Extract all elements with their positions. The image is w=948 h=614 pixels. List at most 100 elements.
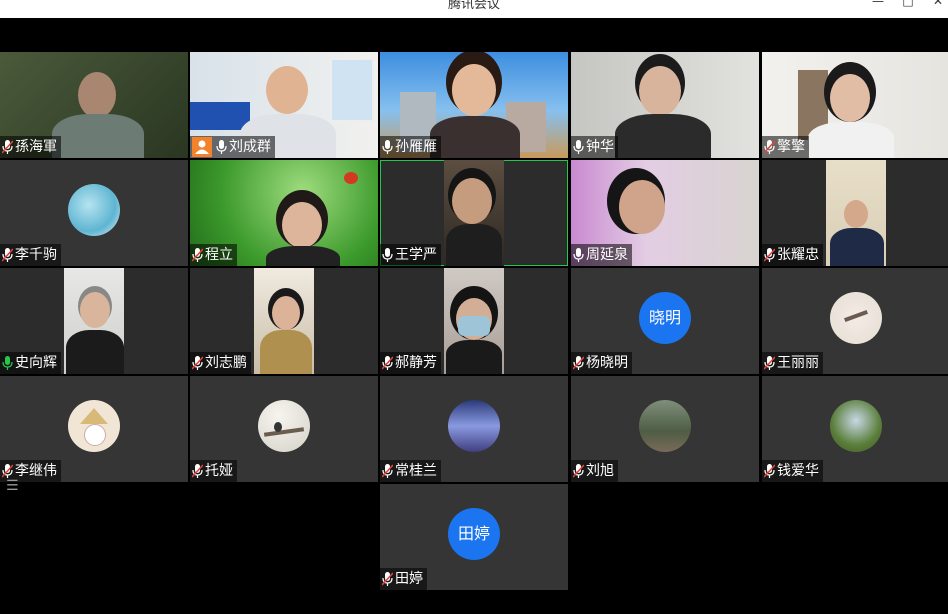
participant-tile[interactable]: 王学严 bbox=[380, 160, 568, 266]
participant-name: 李千驹 bbox=[15, 247, 57, 263]
mic-muted-icon bbox=[573, 464, 584, 478]
participant-label: 张耀忠 bbox=[762, 244, 823, 266]
participant-tile[interactable]: 钟华 bbox=[571, 52, 759, 158]
participant-tile[interactable]: 李继伟 bbox=[0, 376, 188, 482]
participant-label: 杨晓明 bbox=[571, 352, 632, 374]
participant-label: 托娅 bbox=[190, 460, 237, 482]
mic-muted-icon bbox=[2, 248, 13, 262]
participant-label: 常桂兰 bbox=[380, 460, 441, 482]
participant-tile[interactable]: 张耀忠 bbox=[762, 160, 948, 266]
mic-muted-icon bbox=[2, 140, 13, 154]
participant-name: 李继伟 bbox=[15, 463, 57, 479]
participant-label: 钟华 bbox=[571, 136, 618, 158]
participant-label: 郝静芳 bbox=[380, 352, 441, 374]
background-window bbox=[330, 58, 374, 122]
participant-tile[interactable]: 王丽丽 bbox=[762, 268, 948, 374]
participant-tile[interactable]: 田婷 田婷 bbox=[380, 484, 568, 590]
participant-name: 刘志鹏 bbox=[205, 355, 247, 371]
participant-avatar bbox=[68, 184, 120, 236]
participant-tile[interactable]: 常桂兰 bbox=[380, 376, 568, 482]
participant-label: 程立 bbox=[190, 244, 237, 266]
participant-name: 王学严 bbox=[395, 247, 437, 263]
window-titlebar: 腾讯会议 — □ ✕ bbox=[0, 0, 948, 18]
close-button[interactable]: ✕ bbox=[928, 0, 948, 8]
participant-avatar bbox=[830, 400, 882, 452]
participant-tile[interactable]: 孫海軍 bbox=[0, 52, 188, 158]
participant-name: 程立 bbox=[205, 247, 233, 263]
participant-tile[interactable]: 晓明 杨晓明 bbox=[571, 268, 759, 374]
participant-tile[interactable]: 郝静芳 bbox=[380, 268, 568, 374]
participant-tile[interactable]: 周延泉 bbox=[571, 160, 759, 266]
mic-muted-icon bbox=[573, 356, 584, 370]
participant-name: 史向辉 bbox=[15, 355, 57, 371]
participant-name: 王丽丽 bbox=[777, 355, 819, 371]
participant-name: 张耀忠 bbox=[777, 247, 819, 263]
mic-muted-icon bbox=[764, 140, 775, 154]
participant-avatar bbox=[448, 400, 500, 452]
list-icon[interactable]: ☰ bbox=[6, 478, 19, 494]
participant-tile[interactable]: 钱爱华 bbox=[762, 376, 948, 482]
maximize-button[interactable]: □ bbox=[898, 0, 918, 8]
mic-muted-icon bbox=[764, 464, 775, 478]
participant-name: 田婷 bbox=[395, 571, 423, 587]
video-grid: 孫海軍 刘成群 孙雁雁 钟华 擎擎 李千驹 程立 王学严 周延泉 张耀忠 史向辉… bbox=[0, 52, 948, 592]
participant-label: 刘成群 bbox=[190, 136, 275, 158]
mic-muted-icon bbox=[764, 248, 775, 262]
mic-muted-icon bbox=[192, 464, 203, 478]
mic-muted-icon bbox=[192, 356, 203, 370]
participant-name: 孙雁雁 bbox=[395, 139, 437, 155]
participant-label: 李千驹 bbox=[0, 244, 61, 266]
participant-name: 刘成群 bbox=[229, 139, 271, 155]
participant-tile[interactable]: 李千驹 bbox=[0, 160, 188, 266]
participant-avatar: 晓明 bbox=[639, 292, 691, 344]
participant-tile[interactable]: 刘旭 bbox=[571, 376, 759, 482]
minimize-button[interactable]: — bbox=[868, 0, 888, 8]
mic-speaking-icon bbox=[2, 356, 13, 370]
participant-label: 钱爱华 bbox=[762, 460, 823, 482]
participant-tile[interactable]: 擎擎 bbox=[762, 52, 948, 158]
participant-label: 孙雁雁 bbox=[380, 136, 441, 158]
participant-name: 郝静芳 bbox=[395, 355, 437, 371]
participant-label: 周延泉 bbox=[571, 244, 632, 266]
participant-name: 托娅 bbox=[205, 463, 233, 479]
participant-label: 孫海軍 bbox=[0, 136, 61, 158]
participant-tile[interactable]: 孙雁雁 bbox=[380, 52, 568, 158]
window-title: 腾讯会议 bbox=[447, 0, 500, 12]
participant-label: 史向辉 bbox=[0, 352, 61, 374]
mic-muted-icon bbox=[382, 356, 393, 370]
participant-name: 常桂兰 bbox=[395, 463, 437, 479]
participant-name: 刘旭 bbox=[586, 463, 614, 479]
participant-label: 刘志鹏 bbox=[190, 352, 251, 374]
participant-avatar: 田婷 bbox=[448, 508, 500, 560]
mic-icon bbox=[382, 140, 393, 154]
mic-muted-icon bbox=[2, 464, 13, 478]
participant-name: 杨晓明 bbox=[586, 355, 628, 371]
participant-avatar bbox=[639, 400, 691, 452]
participant-tile[interactable]: 史向辉 bbox=[0, 268, 188, 374]
participant-name: 钟华 bbox=[586, 139, 614, 155]
mic-muted-icon bbox=[192, 248, 203, 262]
mic-icon bbox=[573, 140, 584, 154]
participant-avatar bbox=[258, 400, 310, 452]
participant-name: 周延泉 bbox=[586, 247, 628, 263]
participant-label: 王丽丽 bbox=[762, 352, 823, 374]
host-icon bbox=[192, 137, 212, 157]
participant-label: 擎擎 bbox=[762, 136, 809, 158]
mic-icon bbox=[573, 248, 584, 262]
participant-tile[interactable]: 刘成群 bbox=[190, 52, 378, 158]
participant-avatar bbox=[68, 400, 120, 452]
participant-name: 钱爱华 bbox=[777, 463, 819, 479]
mic-icon bbox=[382, 248, 393, 262]
participant-tile[interactable]: 托娅 bbox=[190, 376, 378, 482]
participant-label: 刘旭 bbox=[571, 460, 618, 482]
participant-label: 田婷 bbox=[380, 568, 427, 590]
ladybug-graphic bbox=[344, 172, 358, 184]
participant-tile[interactable]: 程立 bbox=[190, 160, 378, 266]
participant-tile[interactable]: 刘志鹏 bbox=[190, 268, 378, 374]
participant-label: 王学严 bbox=[380, 244, 441, 266]
mic-muted-icon bbox=[382, 572, 393, 586]
mic-icon bbox=[216, 140, 227, 154]
participant-avatar bbox=[830, 292, 882, 344]
participant-name: 孫海軍 bbox=[15, 139, 57, 155]
face-mask bbox=[458, 316, 490, 336]
